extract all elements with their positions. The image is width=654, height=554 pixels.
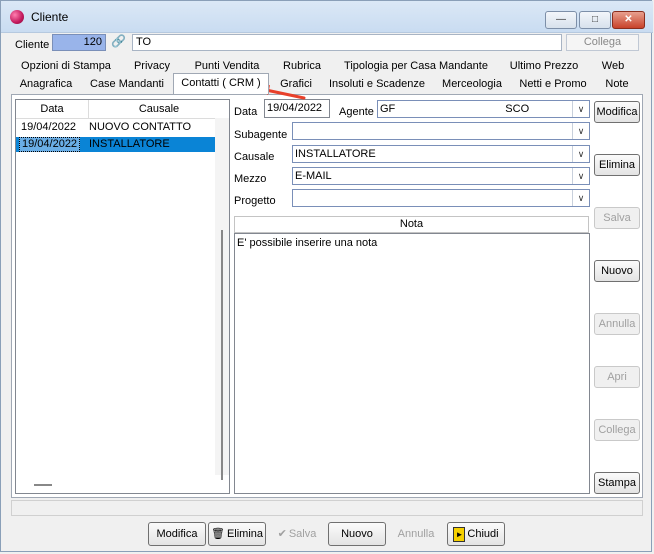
list-horizontal-scroll-thumb[interactable] bbox=[34, 484, 52, 486]
side-annulla-button[interactable]: Annulla bbox=[594, 313, 640, 335]
list-item-selected[interactable]: 19/04/2022 INSTALLATORE bbox=[16, 137, 215, 152]
data-field[interactable]: 19/04/2022 bbox=[264, 99, 330, 118]
tab-tipologia-casa-mandante[interactable]: Tipologia per Casa Mandante bbox=[339, 58, 493, 75]
tab-insoluti-scadenze[interactable]: Insoluti e Scadenze bbox=[323, 76, 431, 93]
tab-netti-e-promo[interactable]: Netti e Promo bbox=[513, 76, 593, 93]
subagente-combo[interactable]: ∨ bbox=[292, 122, 590, 140]
close-button[interactable]: ✕ bbox=[612, 11, 645, 29]
cliente-name-field[interactable]: TO bbox=[132, 34, 562, 51]
list-item-data: 19/04/2022 bbox=[21, 121, 77, 133]
tab-opzioni-di-stampa[interactable]: Opzioni di Stampa bbox=[17, 58, 115, 75]
chevron-down-icon[interactable]: ∨ bbox=[572, 146, 589, 162]
list-item-causale: INSTALLATORE bbox=[89, 138, 170, 150]
data-label: Data bbox=[234, 106, 258, 118]
tab-note[interactable]: Note bbox=[599, 76, 635, 93]
cliente-window: Cliente — □ ✕ Cliente 120 🔗 TO Collega O… bbox=[0, 0, 653, 552]
side-nuovo-button[interactable]: Nuovo bbox=[594, 260, 640, 282]
chevron-down-icon[interactable]: ∨ bbox=[572, 190, 589, 206]
link-icon[interactable]: 🔗 bbox=[111, 34, 127, 50]
trash-icon: 🗑 bbox=[210, 528, 225, 540]
cliente-code-field[interactable]: 120 bbox=[52, 34, 106, 51]
mezzo-value: E-MAIL bbox=[295, 170, 332, 182]
causale-value: INSTALLATORE bbox=[295, 148, 376, 160]
mezzo-combo[interactable]: E-MAIL ∨ bbox=[292, 167, 590, 185]
contacts-list[interactable]: Data Causale 19/04/2022 NUOVO CONTATTO 1… bbox=[15, 99, 230, 494]
salva-label: Salva bbox=[288, 528, 317, 540]
title-bar: Cliente — □ ✕ bbox=[1, 1, 653, 33]
causale-label: Causale bbox=[234, 151, 275, 163]
status-bar bbox=[11, 500, 643, 516]
side-modifica-button[interactable]: Modifica bbox=[594, 101, 640, 123]
list-header: Data Causale bbox=[16, 100, 229, 119]
chevron-down-icon[interactable]: ∨ bbox=[572, 168, 589, 184]
agente-value: GF SCO bbox=[380, 103, 530, 115]
collega-top-button[interactable]: Collega bbox=[566, 34, 639, 51]
chiudi-label: Chiudi bbox=[467, 528, 499, 540]
column-header-data[interactable]: Data bbox=[16, 100, 89, 118]
modifica-button[interactable]: Modifica bbox=[148, 522, 206, 546]
column-header-causale[interactable]: Causale bbox=[89, 100, 229, 118]
tab-rubrica[interactable]: Rubrica bbox=[273, 58, 331, 75]
elimina-button[interactable]: 🗑 Elimina bbox=[208, 522, 266, 546]
list-scroll-thumb[interactable] bbox=[221, 230, 223, 480]
door-exit-icon: ► bbox=[453, 526, 466, 542]
minimize-button[interactable]: — bbox=[545, 11, 577, 29]
causale-combo[interactable]: INSTALLATORE ∨ bbox=[292, 145, 590, 163]
chevron-down-icon[interactable]: ∨ bbox=[572, 101, 589, 117]
nota-textarea[interactable]: E' possibile inserire una nota bbox=[234, 233, 590, 494]
subagente-label: Subagente bbox=[234, 129, 288, 141]
window-title: Cliente bbox=[31, 10, 69, 24]
agente-combo[interactable]: GF SCO ∨ bbox=[377, 100, 590, 118]
side-stampa-button[interactable]: Stampa bbox=[594, 472, 640, 494]
tab-anagrafica[interactable]: Anagrafica bbox=[13, 76, 79, 93]
maximize-button[interactable]: □ bbox=[579, 11, 611, 29]
agente-label: Agente bbox=[339, 106, 374, 118]
list-item[interactable]: 19/04/2022 NUOVO CONTATTO bbox=[16, 120, 215, 135]
checkmark-icon: ✔ bbox=[277, 528, 287, 540]
salva-button[interactable]: ✔ Salva bbox=[269, 522, 325, 546]
progetto-combo[interactable]: ∨ bbox=[292, 189, 590, 207]
list-item-data: 19/04/2022 bbox=[19, 137, 81, 152]
chiudi-button[interactable]: ► Chiudi bbox=[447, 522, 505, 546]
app-icon bbox=[10, 10, 24, 24]
nuovo-button[interactable]: Nuovo bbox=[328, 522, 386, 546]
nota-header: Nota bbox=[234, 216, 589, 233]
chevron-down-icon[interactable]: ∨ bbox=[572, 123, 589, 139]
tab-web[interactable]: Web bbox=[593, 58, 633, 75]
tab-contatti-crm[interactable]: Contatti ( CRM ) bbox=[173, 73, 269, 94]
side-elimina-button[interactable]: Elimina bbox=[594, 154, 640, 176]
tab-merceologia[interactable]: Merceologia bbox=[437, 76, 507, 93]
list-item-causale: NUOVO CONTATTO bbox=[89, 121, 192, 133]
side-apri-button[interactable]: Apri bbox=[594, 366, 640, 388]
side-collega-button[interactable]: Collega bbox=[594, 419, 640, 441]
tab-ultimo-prezzo[interactable]: Ultimo Prezzo bbox=[501, 58, 587, 75]
progetto-label: Progetto bbox=[234, 195, 276, 207]
side-salva-button[interactable]: Salva bbox=[594, 207, 640, 229]
cliente-label: Cliente bbox=[15, 39, 50, 51]
mezzo-label: Mezzo bbox=[234, 173, 267, 185]
tab-case-mandanti[interactable]: Case Mandanti bbox=[85, 76, 169, 93]
annulla-button[interactable]: Annulla bbox=[388, 522, 444, 546]
elimina-label: Elimina bbox=[226, 528, 264, 540]
